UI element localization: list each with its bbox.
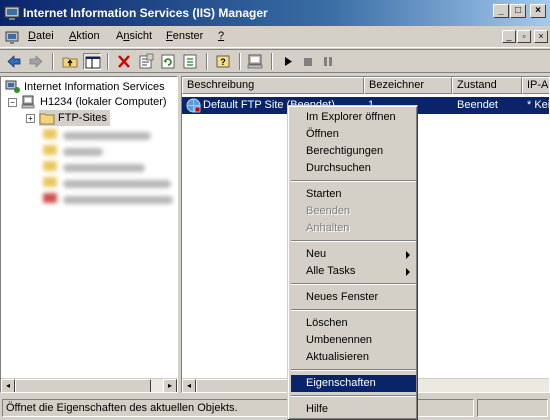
tree-node-label: Internet Information Services — [24, 81, 165, 93]
redacted-node-label — [63, 196, 173, 204]
scroll-thumb[interactable] — [15, 379, 151, 392]
toolbar-separator — [52, 53, 54, 70]
tree-expander[interactable]: + — [26, 114, 35, 123]
ctx-separator — [291, 309, 416, 311]
tree-horizontal-scrollbar[interactable]: ◂ ▸ — [1, 378, 177, 392]
tree-node-iis-root[interactable]: Internet Information Services — [5, 79, 165, 95]
menu-ansicht[interactable]: Ansicht — [116, 30, 152, 42]
tree-node-label: FTP-Sites — [58, 112, 107, 124]
window-title: Internet Information Services (IIS) Mana… — [23, 6, 268, 20]
mmc-system-menu-icon[interactable] — [4, 29, 20, 45]
ctx-item-berechtigungen[interactable]: Berechtigungen — [291, 143, 416, 160]
submenu-arrow-icon — [406, 268, 410, 276]
ctx-item-explorer-oeffnen[interactable]: Im Explorer öffnen — [291, 109, 416, 126]
ctx-item-loeschen[interactable]: Löschen — [291, 315, 416, 332]
show-hide-tree-icon[interactable] — [83, 53, 101, 70]
stop-icon[interactable] — [299, 53, 317, 70]
ctx-item-hilfe[interactable]: Hilfe — [291, 401, 416, 418]
ctx-item-oeffnen[interactable]: Öffnen — [291, 126, 416, 143]
toolbar-separator — [271, 53, 273, 70]
redacted-node-icon — [43, 129, 57, 139]
mdi-restore-button[interactable]: ▫ — [517, 30, 531, 43]
back-icon[interactable] — [5, 53, 23, 70]
status-pane-empty — [477, 399, 548, 417]
scroll-left-button[interactable]: ◂ — [1, 379, 15, 392]
ctx-item-aktualisieren[interactable]: Aktualisieren — [291, 349, 416, 366]
up-folder-icon[interactable] — [61, 53, 79, 70]
ctx-item-alle-tasks[interactable]: Alle Tasks — [291, 263, 416, 280]
ctx-separator — [291, 240, 416, 242]
ctx-item-beenden: Beenden — [306, 205, 351, 217]
ctx-item-eigenschaften[interactable]: Eigenschaften — [291, 375, 416, 392]
ftp-site-icon — [186, 98, 201, 113]
refresh-icon[interactable] — [159, 53, 177, 70]
ctx-item-durchsuchen[interactable]: Durchsuchen — [291, 160, 416, 177]
column-header-beschreibung[interactable]: Beschreibung — [182, 77, 364, 94]
redacted-node-icon — [43, 161, 57, 171]
tree-node-ftp-sites[interactable]: FTP-Sites — [39, 110, 110, 126]
column-header-zustand[interactable]: Zustand — [452, 77, 522, 94]
row-state: Beendet — [457, 99, 498, 111]
iis-app-icon — [4, 6, 20, 20]
scroll-right-button[interactable]: ▸ — [163, 379, 177, 392]
row-ip: * Kei — [527, 99, 550, 111]
mdi-close-button[interactable]: × — [534, 30, 548, 43]
toolbar-separator — [206, 53, 208, 70]
menu-aktion[interactable]: Aktion — [69, 30, 100, 42]
ctx-separator — [291, 283, 416, 285]
submenu-arrow-icon — [406, 251, 410, 259]
svg-text:?: ? — [220, 57, 226, 67]
menu-bar: Datei Aktion Ansicht Fenster ? _ ▫ × — [0, 26, 550, 48]
mdi-minimize-button[interactable]: _ — [502, 30, 516, 43]
context-menu: Im Explorer öffnen Öffnen Berechtigungen… — [287, 105, 418, 420]
minimize-button[interactable]: _ — [493, 4, 509, 18]
tree-node-computer[interactable]: H1234 (lokaler Computer) — [21, 94, 167, 110]
ctx-item-starten[interactable]: Starten — [291, 186, 416, 203]
ctx-separator — [291, 369, 416, 371]
ctx-item-umbenennen[interactable]: Umbenennen — [291, 332, 416, 349]
redacted-node-label — [63, 132, 151, 140]
column-header-ip-adresse[interactable]: IP-Ad — [522, 77, 549, 94]
ctx-item-anhalten: Anhalten — [306, 222, 350, 234]
menu-datei[interactable]: Datei — [28, 30, 54, 42]
export-list-icon[interactable] — [181, 53, 199, 70]
iis-server-icon — [5, 80, 20, 94]
tree-expander[interactable]: − — [8, 98, 17, 107]
toolbar-separator — [107, 53, 109, 70]
ctx-item-neu[interactable]: Neu — [291, 246, 416, 263]
close-button[interactable]: × — [530, 4, 546, 18]
column-header-bezeichner[interactable]: Bezeichner — [364, 77, 452, 94]
title-bar[interactable]: Internet Information Services (IIS) Mana… — [0, 0, 550, 26]
folder-icon — [39, 113, 55, 125]
scroll-thumb[interactable] — [196, 379, 296, 392]
computer-icon[interactable] — [246, 53, 264, 70]
status-bar: Öffnet die Eigenschaften des aktuellen O… — [0, 397, 550, 420]
toolbar: ? — [0, 49, 550, 73]
redacted-node-icon — [43, 193, 57, 203]
tree-pane[interactable]: Internet Information Services − H1234 (l… — [0, 76, 178, 393]
scroll-left-button[interactable]: ◂ — [182, 379, 196, 392]
menu-fenster[interactable]: Fenster — [166, 30, 203, 42]
pause-icon[interactable] — [319, 53, 337, 70]
ctx-item-neues-fenster[interactable]: Neues Fenster — [291, 289, 416, 306]
maximize-button[interactable]: □ — [510, 4, 526, 18]
menu-help[interactable]: ? — [218, 30, 224, 42]
help-icon[interactable]: ? — [214, 53, 232, 70]
toolbar-separator — [239, 53, 241, 70]
properties-icon[interactable] — [137, 53, 155, 70]
tree-node-label: H1234 (lokaler Computer) — [40, 96, 167, 108]
computer-icon — [21, 95, 35, 109]
delete-icon[interactable] — [115, 53, 133, 70]
forward-icon[interactable] — [27, 53, 45, 70]
redacted-node-label — [63, 180, 171, 188]
redacted-node-label — [63, 148, 103, 156]
ctx-separator — [291, 395, 416, 397]
redacted-node-label — [63, 164, 145, 172]
ctx-separator — [291, 180, 416, 182]
start-icon[interactable] — [279, 53, 297, 70]
redacted-node-icon — [43, 177, 57, 187]
redacted-node-icon — [43, 145, 57, 155]
